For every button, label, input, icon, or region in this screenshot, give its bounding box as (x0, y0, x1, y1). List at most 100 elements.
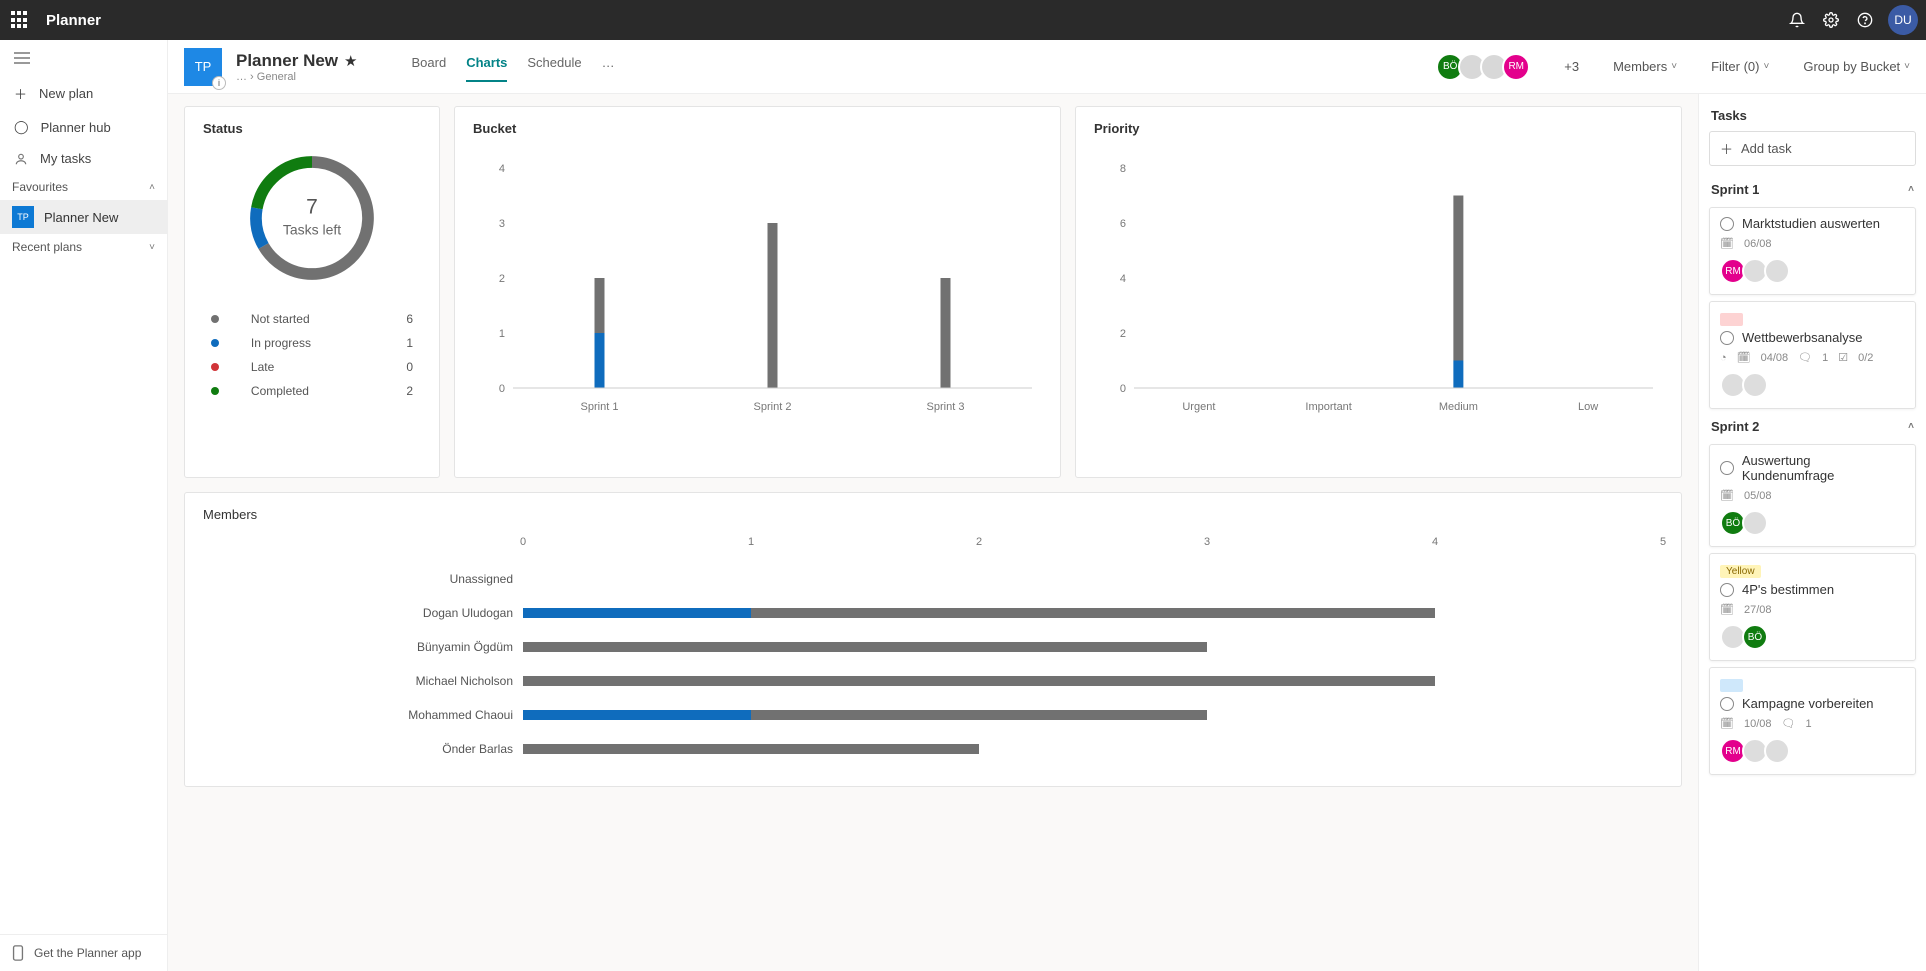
chevron-down-icon: ˅ (149, 242, 155, 253)
svg-text:2: 2 (499, 273, 505, 285)
chart-title: Members (203, 507, 1663, 522)
svg-text:Sprint 3: Sprint 3 (927, 401, 965, 413)
tab-schedule[interactable]: Schedule (527, 51, 581, 82)
svg-text:6: 6 (1120, 218, 1126, 230)
sprint2-header[interactable]: Sprint 2 ˄ (1699, 415, 1926, 438)
svg-text:0: 0 (499, 383, 505, 395)
task-card[interactable]: Wettbewerbsanalyse ◔ 🗓 04/08 🗨 1 ☑ 0/2 (1709, 301, 1916, 409)
groupby-dropdown[interactable]: Group by Bucket ˅ (1803, 59, 1910, 74)
section-label: Favourites (12, 180, 68, 194)
status-chart-card: Status 7Tasks left Not started6In progre… (184, 106, 440, 478)
nav-planner-hub[interactable]: ◯ Planner hub (0, 111, 167, 143)
sprint-label: Sprint 1 (1711, 182, 1759, 197)
nav-recent-header[interactable]: Recent plans ˅ (0, 234, 167, 260)
status-legend: Not started6In progress1Late0Completed2 (203, 306, 421, 404)
plus-icon: ＋ (1720, 139, 1733, 158)
section-label: Recent plans (12, 240, 82, 254)
calendar-icon: 🗓 (1737, 351, 1751, 364)
member-avatars[interactable]: BÖRM (1436, 53, 1530, 81)
task-title: 4P's bestimmen (1742, 582, 1834, 597)
filter-dropdown[interactable]: Filter (0) ˅ (1711, 59, 1769, 74)
task-comments: 1 (1805, 718, 1811, 730)
chevron-up-icon: ˄ (149, 182, 155, 193)
groupby-label: Group by Bucket (1803, 59, 1900, 74)
avatar: RM (1502, 53, 1530, 81)
circle-icon: ◯ (14, 119, 29, 135)
help-icon[interactable] (1848, 0, 1882, 40)
task-circle-icon[interactable] (1720, 217, 1734, 231)
person-icon (14, 152, 28, 166)
info-icon[interactable]: i (212, 76, 226, 90)
task-title: Marktstudien auswerten (1742, 216, 1880, 231)
get-app-label: Get the Planner app (34, 946, 141, 960)
avatar: BÖ (1742, 624, 1768, 650)
task-card[interactable]: Kampagne vorbereiten 🗓 10/08 🗨 1 RM (1709, 667, 1916, 775)
filter-label: Filter (0) (1711, 59, 1759, 74)
svg-text:8: 8 (1120, 163, 1126, 175)
task-comments: 1 (1822, 352, 1828, 364)
task-circle-icon[interactable] (1720, 331, 1734, 345)
plan-tile-small: TP (12, 206, 34, 228)
avatar (1764, 258, 1790, 284)
bucket-chart-card: Bucket 01234Sprint 1Sprint 2Sprint 3 (454, 106, 1061, 478)
gear-icon[interactable] (1814, 0, 1848, 40)
members-bar-chart: 012345UnassignedDogan UludoganBünyamin Ö… (203, 528, 1663, 766)
charts-area: Status 7Tasks left Not started6In progre… (168, 94, 1698, 971)
calendar-icon: 🗓 (1720, 237, 1734, 250)
star-icon[interactable]: ★ (344, 52, 357, 70)
task-title: Auswertung Kundenumfrage (1742, 453, 1905, 483)
app-name: Planner (46, 12, 101, 29)
chevron-down-icon: ˅ (1904, 61, 1910, 72)
svg-text:Important: Important (1305, 401, 1351, 413)
task-card[interactable]: Auswertung Kundenumfrage 🗓 05/08 BÖ (1709, 444, 1916, 547)
breadcrumb-item: General (257, 71, 296, 83)
sprint1-header[interactable]: Sprint 1 ˄ (1699, 178, 1926, 201)
nav-new-plan[interactable]: ＋ New plan (0, 76, 167, 111)
add-task-button[interactable]: ＋ Add task (1709, 131, 1916, 166)
plan-title: Planner New (236, 51, 338, 71)
svg-text:Tasks left: Tasks left (283, 221, 341, 237)
add-task-label: Add task (1741, 141, 1792, 156)
task-tag: Yellow (1720, 565, 1761, 578)
plan-tile[interactable]: TP i (184, 48, 222, 86)
left-nav: ＋ New plan ◯ Planner hub My tasks Favour… (0, 40, 168, 971)
task-circle-icon[interactable] (1720, 697, 1734, 711)
bell-icon[interactable] (1780, 0, 1814, 40)
avatar (1742, 510, 1768, 536)
nav-label: New plan (39, 86, 93, 101)
breadcrumb[interactable]: … › General (236, 71, 358, 83)
svg-text:4: 4 (1120, 273, 1126, 285)
members-dropdown[interactable]: Members ˅ (1613, 59, 1677, 74)
get-app-link[interactable]: Get the Planner app (0, 934, 167, 971)
task-card[interactable]: Yellow 4P's bestimmen 🗓 27/08 BÖ (1709, 553, 1916, 661)
svg-text:Sprint 1: Sprint 1 (581, 401, 619, 413)
plan-tile-text: TP (195, 59, 212, 74)
task-circle-icon[interactable] (1720, 461, 1734, 475)
task-date: 05/08 (1744, 490, 1772, 502)
hamburger-icon[interactable] (0, 40, 167, 76)
user-avatar[interactable]: DU (1888, 5, 1918, 35)
chevron-down-icon: ˅ (1763, 61, 1769, 72)
task-date: 10/08 (1744, 718, 1772, 730)
waffle-icon[interactable] (8, 8, 32, 32)
main-area: TP i Planner New ★ … › General Board Cha… (168, 40, 1926, 971)
svg-text:Low: Low (1578, 401, 1598, 413)
task-card[interactable]: Marktstudien auswerten 🗓 06/08 RM (1709, 207, 1916, 295)
task-tag (1720, 679, 1743, 692)
calendar-icon: 🗓 (1720, 489, 1734, 502)
nav-favourites-header[interactable]: Favourites ˄ (0, 174, 167, 200)
chart-title: Status (203, 121, 421, 136)
avatar (1742, 372, 1768, 398)
nav-my-tasks[interactable]: My tasks (0, 143, 167, 174)
task-tag (1720, 313, 1743, 326)
chart-title: Priority (1094, 121, 1663, 136)
tab-board[interactable]: Board (412, 51, 447, 82)
task-circle-icon[interactable] (1720, 583, 1734, 597)
tab-more[interactable]: … (602, 51, 615, 82)
nav-plan-item[interactable]: TP Planner New (0, 200, 167, 234)
task-date: 04/08 (1761, 352, 1789, 364)
overflow-count[interactable]: +3 (1564, 59, 1579, 74)
task-title: Wettbewerbsanalyse (1742, 330, 1862, 345)
nav-label: My tasks (40, 151, 91, 166)
tab-charts[interactable]: Charts (466, 51, 507, 82)
